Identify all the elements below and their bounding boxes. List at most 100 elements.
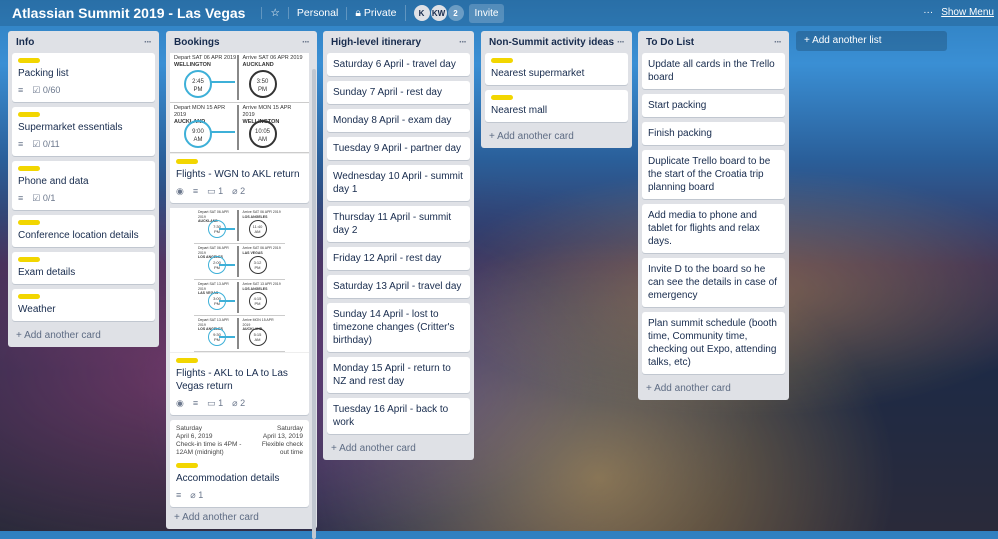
card[interactable]: Finish packing xyxy=(642,122,785,145)
card-badges: ≡ ☑ 0/11 xyxy=(18,138,149,151)
checklist-badge: ☑ 0/1 xyxy=(32,192,55,205)
card[interactable]: Exam details xyxy=(12,252,155,284)
add-card-button[interactable]: + Add another card xyxy=(485,127,628,144)
show-menu[interactable]: ··· Show Menu xyxy=(923,7,994,18)
list-title[interactable]: High-level itinerary xyxy=(331,37,421,48)
card-title: Thursday 11 April - summit day 2 xyxy=(333,212,452,236)
scrollbar[interactable] xyxy=(312,69,316,539)
more-icon[interactable]: ··· xyxy=(617,37,625,48)
arrival: Arrive MON 15 APR 2019 AUCKLAND 5:15 AM xyxy=(236,318,282,349)
card-badges: ≡ ☑ 0/1 xyxy=(18,192,149,205)
card[interactable]: Monday 15 April - return to NZ and rest … xyxy=(327,357,470,393)
card[interactable]: Sunday 14 April - lost to timezone chang… xyxy=(327,303,470,352)
star-icon[interactable]: ☆ xyxy=(261,7,287,19)
card[interactable]: Depart SAT 06 APR 2019 WELLINGTON 2:45 PM Ar… xyxy=(170,53,309,203)
more-icon: ··· xyxy=(923,7,934,18)
card-title: Weather xyxy=(18,304,56,315)
list-title[interactable]: To Do List xyxy=(646,37,694,48)
departure: Depart SAT 06 APR 2019 LOS ANGELES 2:00 PM xyxy=(198,246,237,277)
add-list-button[interactable]: + Add another list xyxy=(796,31,947,51)
card[interactable]: Start packing xyxy=(642,94,785,117)
invite-button[interactable]: Invite xyxy=(468,3,505,23)
card[interactable]: Nearest supermarket xyxy=(485,53,628,85)
card[interactable]: Saturday April 6, 2019 Check-in time is 4P… xyxy=(170,420,309,507)
add-card-button[interactable]: + Add another card xyxy=(170,508,313,525)
card[interactable]: Conference location details xyxy=(12,215,155,247)
time: 2:45 xyxy=(192,79,204,85)
card[interactable]: Supermarket essentials ≡ ☑ 0/11 xyxy=(12,107,155,156)
card[interactable]: Tuesday 9 April - partner day xyxy=(327,137,470,160)
card-badges: ◉ ≡ ▭ 1 ⌀ 2 xyxy=(176,397,303,410)
card[interactable]: Friday 12 April - rest day xyxy=(327,247,470,270)
list-header: Bookings ··· xyxy=(170,31,313,53)
list-title[interactable]: Info xyxy=(16,37,34,48)
card-label-yellow xyxy=(18,112,40,117)
avatar[interactable]: KW xyxy=(430,5,447,21)
arrival: Arrive MON 15 APR 2019 WELLINGTON 10:05 AM xyxy=(236,105,306,150)
card[interactable]: Plan summit schedule (booth time, Commun… xyxy=(642,312,785,374)
visibility-button[interactable]: 🔒︎ Private xyxy=(346,6,404,20)
card-label-yellow xyxy=(18,294,40,299)
card[interactable]: Weather xyxy=(12,289,155,321)
attachment-count: 2 xyxy=(240,398,246,408)
arrival-city: LAS VEGAS xyxy=(242,250,263,255)
show-menu-link[interactable]: Show Menu xyxy=(941,7,994,18)
list-title[interactable]: Bookings xyxy=(174,37,220,48)
list-header: High-level itinerary ··· xyxy=(327,31,470,53)
checklist-badge: ☑ 0/11 xyxy=(32,138,59,151)
card[interactable]: Nearest mall xyxy=(485,90,628,122)
ampm: AM xyxy=(193,137,203,143)
card[interactable]: Phone and data ≡ ☑ 0/1 xyxy=(12,161,155,210)
add-card-button[interactable]: + Add another card xyxy=(12,326,155,343)
more-icon[interactable]: ··· xyxy=(459,37,467,48)
add-card-button[interactable]: + Add another card xyxy=(327,439,470,456)
card-title: Start packing xyxy=(648,100,707,111)
comments-badge: ▭ 1 xyxy=(207,397,223,410)
avatar[interactable]: K xyxy=(413,5,430,21)
card[interactable]: Saturday 6 April - travel day xyxy=(327,53,470,76)
card[interactable]: Saturday 13 April - travel day xyxy=(327,275,470,298)
flight-segment: Depart SAT 06 APR 2019 WELLINGTON 2:45 PM Ar… xyxy=(170,53,309,103)
card[interactable]: Sunday 7 April - rest day xyxy=(327,81,470,104)
card-container: Nearest supermarket Nearest mall xyxy=(485,53,628,122)
depart-date: Depart MON 15 APR 2019 xyxy=(174,105,226,118)
card[interactable]: Add media to phone and tablet for flight… xyxy=(642,204,785,253)
arrival-time: 3:12 PM xyxy=(248,256,267,274)
card[interactable]: Depart SAT 06 APR 2019 AUCKLAND 7:30 PM Arri… xyxy=(170,208,309,415)
card[interactable]: Packing list ≡ ☑ 0/60 xyxy=(12,53,155,102)
ampm: PM xyxy=(258,87,267,93)
card[interactable]: Thursday 11 April - summit day 2 xyxy=(327,206,470,242)
ampm: PM xyxy=(254,265,261,270)
team-button[interactable]: Personal xyxy=(287,7,346,19)
card-container: Saturday 6 April - travel day Sunday 7 Ap… xyxy=(327,53,470,434)
member-count[interactable]: 2 xyxy=(447,5,464,21)
card-container: Depart SAT 06 APR 2019 WELLINGTON 2:45 PM Ar… xyxy=(170,53,309,508)
dates-left: Saturday April 6, 2019 Check-in time is 4P… xyxy=(176,425,257,457)
date-line: Saturday xyxy=(276,425,303,432)
card-cover-image: Depart SAT 06 APR 2019 WELLINGTON 2:45 PM Ar… xyxy=(170,53,309,154)
eye-icon: ◉ xyxy=(176,186,184,196)
card-title: Nearest mall xyxy=(491,105,548,116)
attachment-count: 1 xyxy=(198,490,204,500)
board-header: Atlassian Summit 2019 - Las Vegas ☆ Pers… xyxy=(0,0,998,26)
board-title[interactable]: Atlassian Summit 2019 - Las Vegas xyxy=(12,5,245,21)
arrive-date: Arrive MON 15 APR 2019 xyxy=(242,105,292,118)
more-icon[interactable]: ··· xyxy=(774,37,782,48)
card[interactable]: Invite D to the board so he can see the … xyxy=(642,258,785,307)
card-container: Update all cards in the Trello board Star… xyxy=(642,53,785,374)
card[interactable]: Monday 8 April - exam day xyxy=(327,109,470,132)
card[interactable]: Tuesday 16 April - back to work xyxy=(327,398,470,434)
add-card-button[interactable]: + Add another card xyxy=(642,379,785,396)
arrow-icon xyxy=(210,81,235,83)
list-header: To Do List ··· xyxy=(642,31,785,53)
card-title: Sunday 14 April - lost to timezone chang… xyxy=(333,309,455,346)
ampm: AM xyxy=(258,137,267,143)
list-bookings: Bookings ··· Depart SAT 06 APR 2019 WELLING… xyxy=(166,31,317,539)
card-label-yellow xyxy=(491,58,513,63)
card[interactable]: Duplicate Trello board to be the start o… xyxy=(642,150,785,199)
card[interactable]: Update all cards in the Trello board xyxy=(642,53,785,89)
list-title[interactable]: Non-Summit activity ideas xyxy=(489,37,614,48)
more-icon[interactable]: ··· xyxy=(144,37,152,48)
more-icon[interactable]: ··· xyxy=(302,37,310,48)
card[interactable]: Wednesday 10 April - summit day 1 xyxy=(327,165,470,201)
